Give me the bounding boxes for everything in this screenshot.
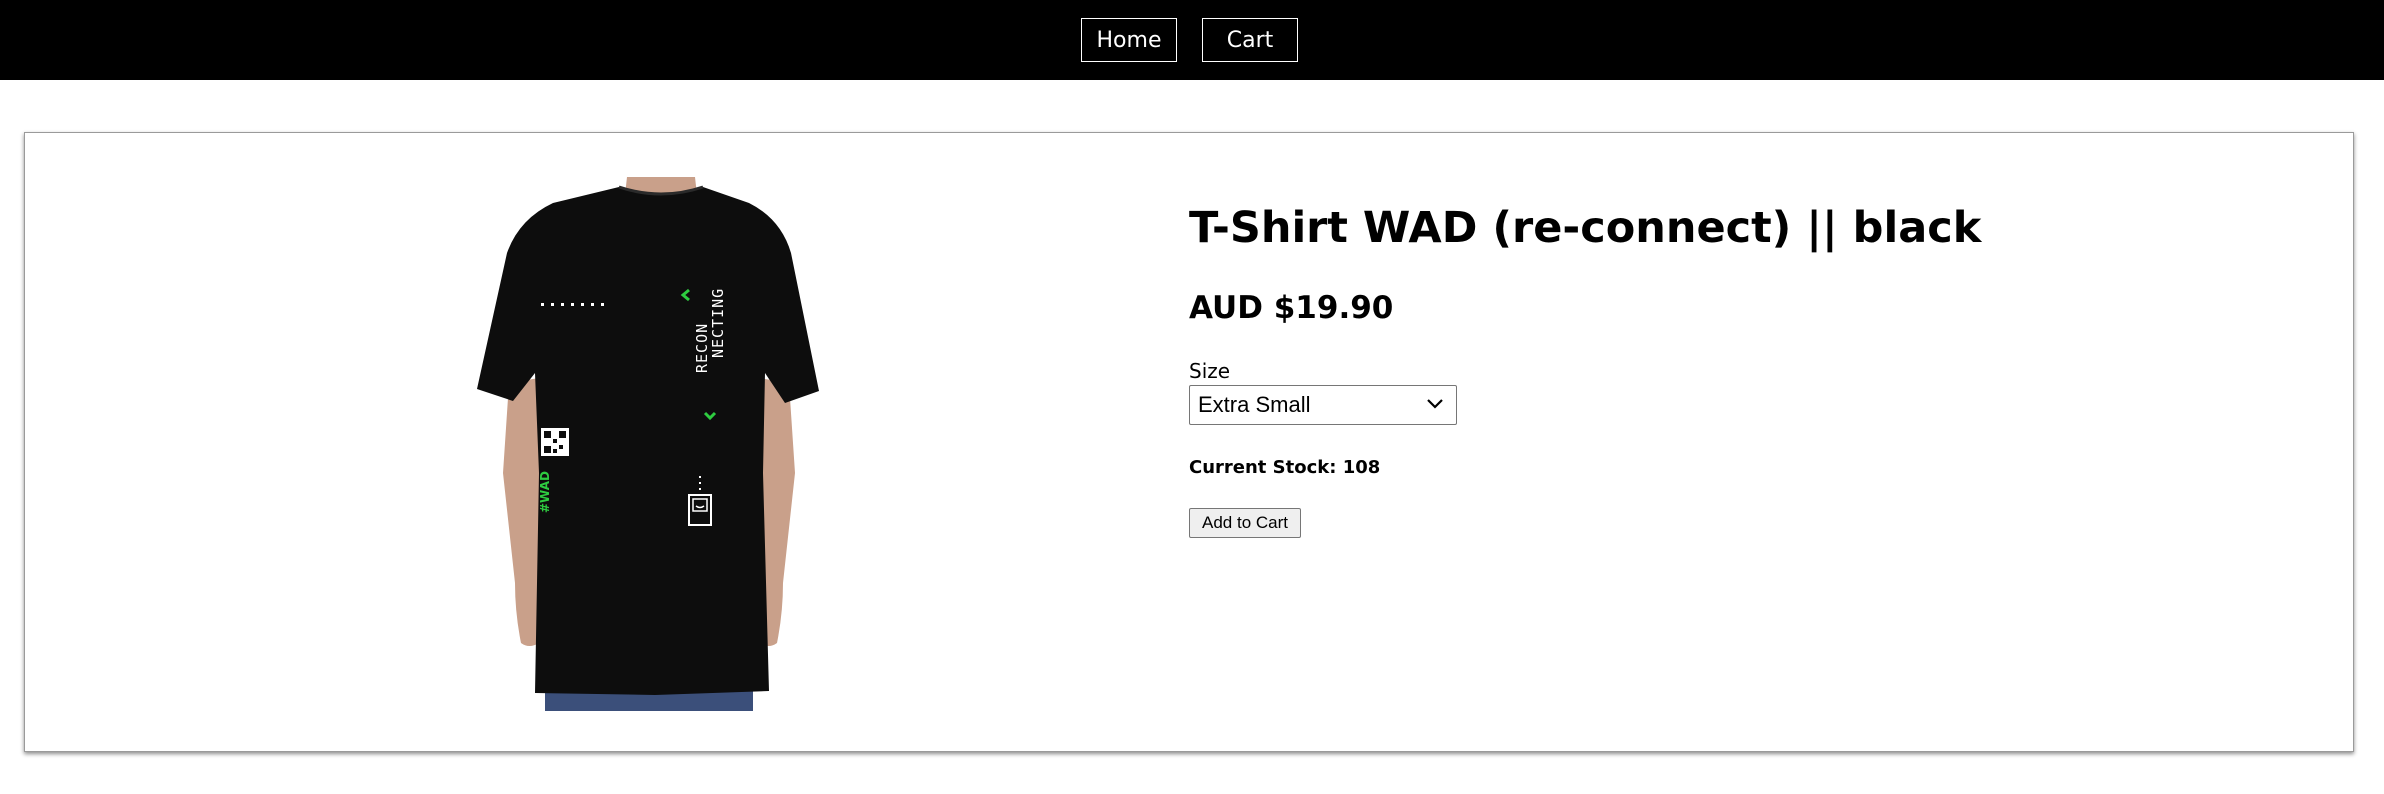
size-select[interactable]: Extra Small: [1189, 385, 1457, 425]
svg-text:NECTING: NECTING: [709, 288, 727, 358]
svg-text:#WAD: #WAD: [538, 471, 552, 513]
product-image: RECON NECTING #WAD: [477, 177, 819, 711]
chevron-down-icon: [1427, 399, 1443, 409]
stock-count: Current Stock: 108: [1189, 457, 1381, 478]
add-to-cart-button[interactable]: Add to Cart: [1189, 508, 1301, 538]
product-price: AUD $19.90: [1189, 290, 1394, 326]
top-nav-bar: Home Cart: [0, 0, 2384, 80]
cart-button[interactable]: Cart: [1202, 18, 1298, 62]
size-select-value: Extra Small: [1198, 392, 1311, 417]
product-title: T-Shirt WAD (re-connect) || black: [1189, 203, 1982, 253]
home-button[interactable]: Home: [1081, 18, 1177, 62]
product-card: RECON NECTING #WAD T-Shirt WAD (re-conne…: [24, 132, 2354, 752]
size-label: Size: [1189, 359, 1231, 383]
